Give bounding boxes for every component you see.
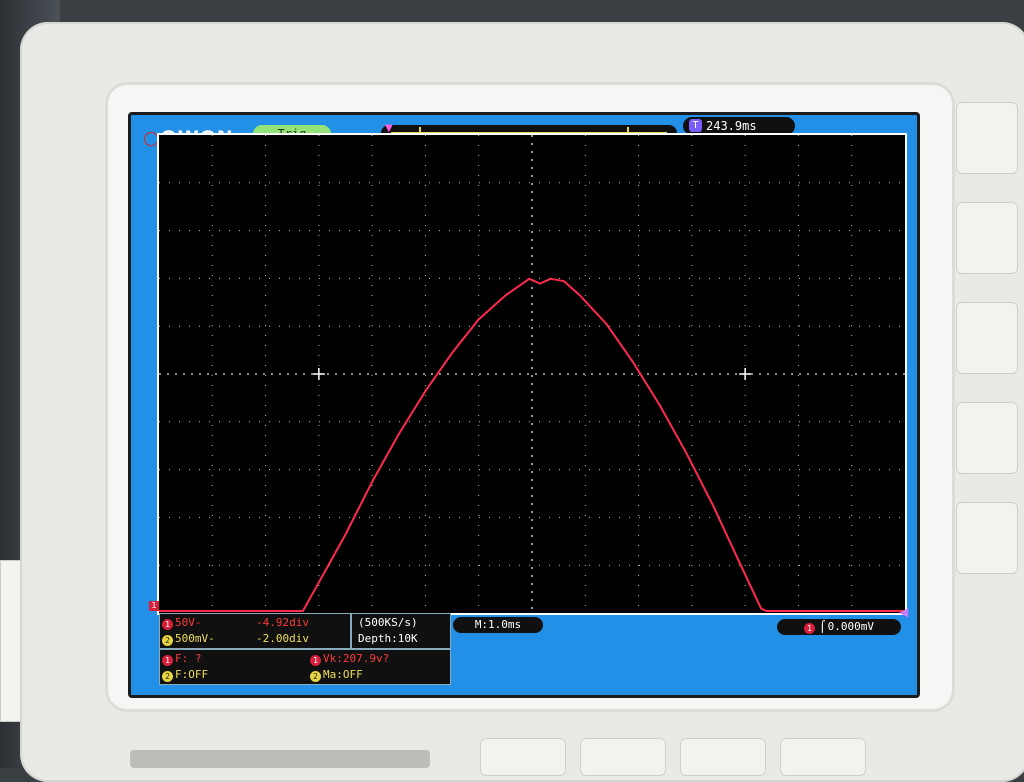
bottom-button-h3[interactable] [680,738,766,776]
ch1-frequency: F: ? [175,652,202,665]
waveform-svg [159,135,905,613]
menu-button-f1[interactable] [956,102,1018,174]
memory-depth: Depth:10K [358,632,418,645]
ch1-position: -4.92div [256,616,309,629]
ch1-ground-marker: 1 [149,601,159,611]
measurement-panel: 1 F: ? 1 Vk:207.9v? 2 F:OFF 2 Ma:OFF [159,649,451,685]
ch2-measurement: Ma:OFF [323,668,363,681]
front-panel-brand-strip [130,750,430,768]
oscilloscope-screen: ○OWON Trig ▼ T243.9ms ▼ 1 ◀ 150V- -4.92d… [128,112,920,698]
menu-button-f4[interactable] [956,402,1018,474]
trigger-time-icon: T [689,119,702,132]
menu-button-f5[interactable] [956,502,1018,574]
ch2-frequency: F:OFF [175,668,209,681]
acquisition-panel: (500KS/s) Depth:10K [351,613,451,649]
trigger-level-marker-icon: ◀ [899,605,909,619]
ch1-scale-row[interactable]: 1 50V- [162,616,202,630]
ch2-scale-row[interactable]: 2 500mV- [162,632,215,646]
ch1-peak-voltage: Vk:207.9v? [323,652,390,665]
bottom-button-h4[interactable] [780,738,866,776]
ch2-badge: 2 [162,635,173,646]
channel-scale-panel: 1 50V- -4.92div 2 500mV- -2.00div [159,613,351,649]
ch2-position: -2.00div [256,632,309,645]
bottom-button-h1[interactable] [480,738,566,776]
bottom-button-h2[interactable] [580,738,666,776]
waveform-display [157,133,907,615]
sample-rate: (500KS/s) [358,616,418,629]
rising-edge-icon: ⌠ [819,620,826,633]
ch2-scale: 500mV- [175,632,215,645]
timebase-readout[interactable]: M:1.0ms [453,617,543,633]
cursor-cross [739,368,752,380]
trigger-level-readout[interactable]: 1 ⌠ 0.000mV [777,619,901,635]
cursor-cross [312,368,325,380]
ch1-badge: 1 [162,619,173,630]
menu-button-f2[interactable] [956,202,1018,274]
menu-button-f3[interactable] [956,302,1018,374]
ch1-scale: 50V- [175,616,202,629]
